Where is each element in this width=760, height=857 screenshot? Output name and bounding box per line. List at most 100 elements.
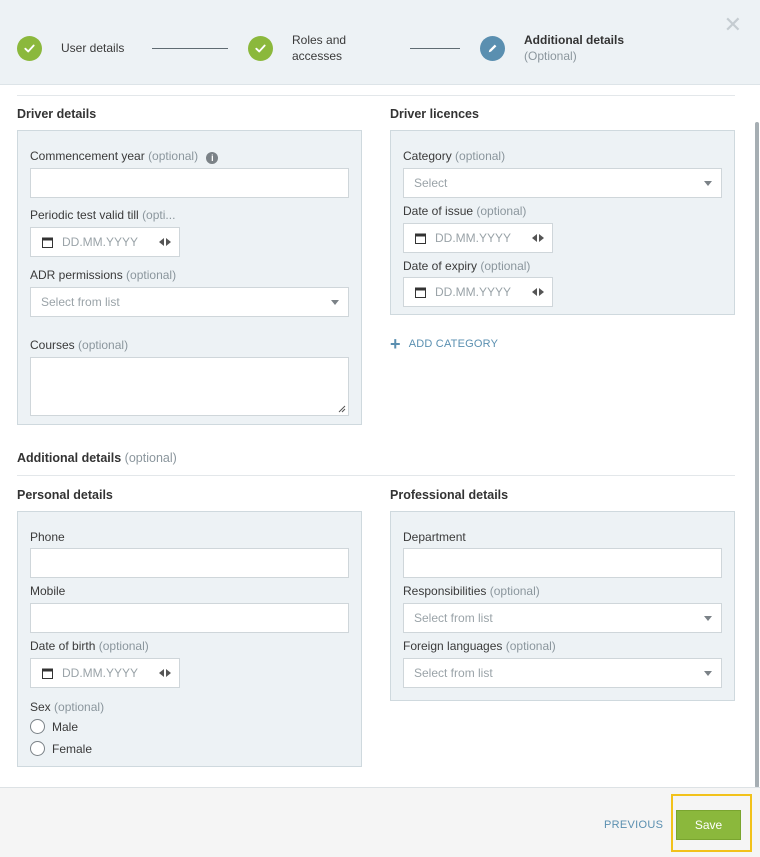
- wizard-stepper: User details Roles and accesses Addition…: [0, 0, 760, 85]
- optional-text: (optional): [480, 259, 531, 273]
- personal-details-panel: Phone Mobile Date of birth (optional) DD…: [17, 511, 362, 767]
- radio-label: Female: [52, 741, 93, 756]
- foreign-languages-select[interactable]: Select from list: [403, 658, 722, 688]
- driver-licences-title: Driver licences: [390, 107, 479, 121]
- adr-permissions-select[interactable]: Select from list: [30, 287, 349, 317]
- sex-label: Sex (optional): [30, 700, 104, 714]
- scrollbar[interactable]: [755, 122, 759, 788]
- responsibilities-select[interactable]: Select from list: [403, 603, 722, 633]
- step-label-line2: accesses: [292, 49, 343, 63]
- step-user-details[interactable]: User details: [17, 36, 124, 61]
- label-text: Date of expiry: [403, 259, 478, 273]
- date-of-issue-input[interactable]: DD.MM.YYYY: [403, 223, 553, 253]
- check-icon: [248, 36, 273, 61]
- add-category-button[interactable]: + ADD CATEGORY: [390, 335, 499, 353]
- close-icon[interactable]: ✕: [724, 14, 742, 36]
- optional-text: (optional): [505, 639, 556, 653]
- optional-text: (optional): [54, 700, 105, 714]
- date-of-issue-label: Date of issue (optional): [403, 204, 526, 218]
- date-of-birth-input[interactable]: DD.MM.YYYY: [30, 658, 180, 688]
- divider: [17, 475, 735, 476]
- step-label-line1: Roles and: [292, 33, 347, 47]
- label-text: Category: [403, 149, 452, 163]
- label-text: Commencement year: [30, 149, 145, 163]
- label-text: Responsibilities: [403, 584, 487, 598]
- courses-textarea[interactable]: [30, 357, 349, 416]
- date-stepper-arrows[interactable]: [159, 238, 171, 246]
- label-text: Date of issue: [403, 204, 474, 218]
- radio-label: Male: [52, 719, 79, 734]
- check-icon: [17, 36, 42, 61]
- date-placeholder: DD.MM.YYYY: [435, 231, 512, 245]
- step-additional-details[interactable]: Additional details (Optional): [480, 33, 624, 64]
- date-placeholder: DD.MM.YYYY: [62, 666, 139, 680]
- personal-details-title: Personal details: [17, 488, 113, 502]
- step-connector: [152, 48, 228, 49]
- step-label: User details: [61, 41, 125, 55]
- sex-radio-female[interactable]: Female: [30, 741, 92, 756]
- optional-text: (optional): [476, 204, 527, 218]
- category-label: Category (optional): [403, 149, 505, 163]
- driver-details-panel: Commencement year (optional) i Periodic …: [17, 130, 362, 425]
- calendar-icon: [42, 237, 53, 248]
- step-label: Additional details (Optional): [524, 32, 624, 64]
- step-connector: [410, 48, 460, 49]
- previous-button[interactable]: PREVIOUS: [604, 819, 663, 831]
- date-of-birth-label: Date of birth (optional): [30, 639, 149, 653]
- chevron-down-icon: [704, 181, 712, 186]
- radio-button[interactable]: [30, 719, 45, 734]
- optional-text: (optional): [126, 268, 177, 282]
- select-placeholder: Select from list: [41, 295, 120, 309]
- date-stepper-arrows[interactable]: [532, 234, 544, 242]
- commencement-year-input[interactable]: [30, 168, 349, 198]
- driver-details-title: Driver details: [17, 107, 97, 121]
- mobile-input[interactable]: [30, 603, 349, 633]
- date-stepper-arrows[interactable]: [159, 669, 171, 677]
- department-input[interactable]: [403, 548, 722, 578]
- optional-text: (optional): [489, 584, 540, 598]
- category-select[interactable]: Select: [403, 168, 722, 198]
- calendar-icon: [415, 287, 426, 298]
- select-placeholder: Select: [414, 176, 448, 190]
- label-text: Date of birth: [30, 639, 96, 653]
- info-icon[interactable]: i: [206, 152, 219, 164]
- date-placeholder: DD.MM.YYYY: [435, 285, 512, 299]
- save-button[interactable]: Save: [676, 810, 741, 840]
- pencil-icon: [480, 36, 505, 61]
- professional-details-title: Professional details: [390, 488, 509, 502]
- step-label-sub: (Optional): [524, 49, 577, 63]
- courses-label: Courses (optional): [30, 338, 128, 352]
- chevron-down-icon: [331, 300, 339, 305]
- label-text: Sex: [30, 700, 51, 714]
- step-label: Roles and accesses: [292, 32, 346, 64]
- periodic-test-date-input[interactable]: DD.MM.YYYY: [30, 227, 180, 257]
- professional-details-panel: Department Responsibilities (optional) S…: [390, 511, 735, 701]
- phone-input[interactable]: [30, 548, 349, 578]
- dialog-footer: PREVIOUS Save: [0, 787, 760, 857]
- label-text: Courses: [30, 338, 75, 352]
- step-roles-accesses[interactable]: Roles and accesses: [248, 33, 346, 64]
- calendar-icon: [415, 233, 426, 244]
- select-placeholder: Select from list: [414, 611, 493, 625]
- periodic-test-label: Periodic test valid till (opti...: [30, 208, 175, 222]
- date-of-expiry-input[interactable]: DD.MM.YYYY: [403, 277, 553, 307]
- label-text: Foreign languages: [403, 639, 503, 653]
- date-stepper-arrows[interactable]: [532, 288, 544, 296]
- resize-grip-icon[interactable]: [338, 405, 346, 413]
- mobile-label: Mobile: [30, 584, 66, 598]
- foreign-languages-label: Foreign languages (optional): [403, 639, 556, 653]
- department-label: Department: [403, 530, 466, 544]
- divider: [17, 95, 735, 96]
- optional-text: (optional): [124, 451, 177, 465]
- radio-button[interactable]: [30, 741, 45, 756]
- driver-licences-panel: Category (optional) Select Date of issue…: [390, 130, 735, 315]
- add-category-label: ADD CATEGORY: [408, 338, 499, 350]
- sex-radio-male[interactable]: Male: [30, 719, 78, 734]
- chevron-down-icon: [704, 671, 712, 676]
- optional-text: (optional): [455, 149, 506, 163]
- optional-text: (opti...: [142, 208, 176, 222]
- step-label-main: Additional details: [524, 33, 625, 47]
- optional-text: (optional): [148, 149, 199, 163]
- additional-details-title: Additional details (optional): [17, 451, 177, 465]
- label-text: ADR permissions: [30, 268, 123, 282]
